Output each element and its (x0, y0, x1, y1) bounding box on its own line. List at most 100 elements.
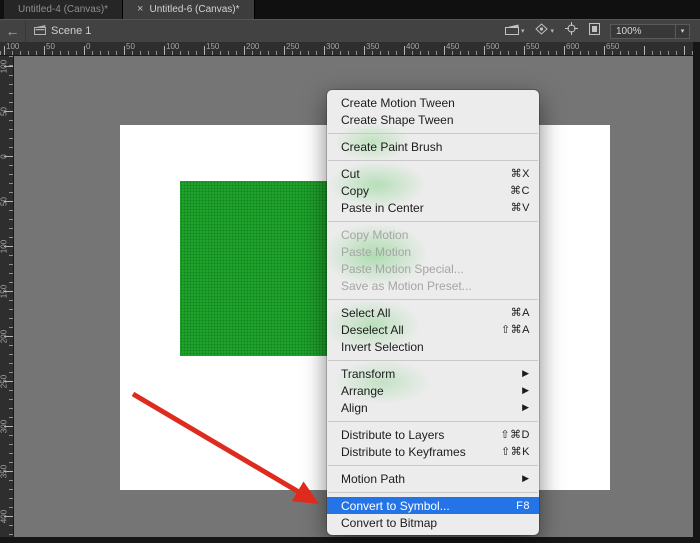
menu-item-convert-to-symbol[interactable]: Convert to Symbol... F8 (327, 497, 539, 514)
menu-item-label: Transform (341, 367, 514, 381)
menu-item-label: Distribute to Keyframes (341, 445, 493, 459)
scene-label: Scene 1 (51, 25, 91, 37)
scene-icon (34, 24, 46, 38)
tab-label: Untitled-6 (Canvas)* (149, 4, 239, 15)
ruler-label: 400 (406, 42, 419, 51)
menu-separator (328, 221, 538, 222)
menu-item-label: Copy Motion (341, 228, 530, 242)
menu-item-deselect-all[interactable]: Deselect All ⇧⌘A (327, 321, 539, 338)
ruler-label: 0 (86, 42, 90, 51)
menu-item-label: Distribute to Layers (341, 428, 492, 442)
menu-item-shortcut: ⌘X (511, 167, 530, 180)
menu-item-paste-motion-special: Paste Motion Special... (327, 260, 539, 277)
ruler-label: 100 (166, 42, 179, 51)
clipboard-view-button[interactable] (589, 22, 600, 40)
ruler-label: 600 (566, 42, 579, 51)
menu-item-label: Deselect All (341, 323, 493, 337)
ruler-label: 50 (126, 42, 135, 51)
menu-item-copy-motion: Copy Motion (327, 226, 539, 243)
ruler-label: 300 (326, 42, 339, 51)
ruler-label: 150 (0, 277, 9, 307)
scene-breadcrumb[interactable]: Scene 1 (34, 24, 91, 38)
menu-item-label: Select All (341, 306, 503, 320)
ruler-label: 100 (0, 52, 9, 82)
ruler-label: 200 (246, 42, 259, 51)
submenu-arrow-icon: ▶ (522, 402, 530, 413)
document-tab-bar: Untitled-4 (Canvas)* × Untitled-6 (Canva… (0, 0, 700, 19)
menu-item-create-motion-tween[interactable]: Create Motion Tween (327, 94, 539, 111)
menu-item-shortcut: ⇧⌘K (501, 445, 530, 458)
tab-untitled-4[interactable]: Untitled-4 (Canvas)* (4, 0, 123, 19)
ruler-label: 300 (0, 412, 9, 442)
menu-item-shortcut: ⌘A (511, 306, 530, 319)
menu-item-label: Align (341, 401, 514, 415)
window-edge-bottom (0, 537, 700, 543)
menu-item-motion-path[interactable]: Motion Path▶ (327, 470, 539, 487)
ruler-label: 500 (486, 42, 499, 51)
menu-item-invert-selection[interactable]: Invert Selection (327, 338, 539, 355)
ruler-label: 100 (0, 232, 9, 262)
menu-item-create-paint-brush[interactable]: Create Paint Brush (327, 138, 539, 155)
menu-item-label: Paste in Center (341, 201, 503, 215)
clapperboard-icon (505, 22, 519, 40)
chevron-down-icon: ▾ (676, 27, 689, 35)
menu-item-label: Save as Motion Preset... (341, 279, 530, 293)
menu-item-label: Paste Motion (341, 245, 530, 259)
vertical-ruler: 10050050100150200250300350400 (0, 56, 14, 543)
menu-item-distribute-to-keyframes[interactable]: Distribute to Keyframes ⇧⌘K (327, 443, 539, 460)
menu-item-label: Paste Motion Special... (341, 262, 530, 276)
menu-item-align[interactable]: Align ▶ (327, 399, 539, 416)
menu-separator (328, 133, 538, 134)
context-menu: Create Motion Tween Create Shape Tween Cre… (327, 90, 539, 535)
menu-separator (328, 492, 538, 493)
ruler-label: 550 (526, 42, 539, 51)
ruler-label: 100 (6, 42, 19, 51)
menu-item-create-shape-tween[interactable]: Create Shape Tween (327, 111, 539, 128)
menu-item-shortcut: ⇧⌘A (501, 323, 530, 336)
menu-item-distribute-to-layers[interactable]: Distribute to Layers⇧⌘D (327, 426, 539, 443)
symbols-icon (535, 22, 548, 40)
menu-item-transform[interactable]: Transform ▶ (327, 365, 539, 382)
ruler-label: 350 (0, 457, 9, 487)
center-frame-button[interactable] (565, 22, 578, 40)
window-edge-right (693, 42, 700, 543)
menu-item-label: Invert Selection (341, 340, 530, 354)
menu-item-copy[interactable]: Copy⌘C (327, 182, 539, 199)
menu-item-shortcut: ⌘C (510, 184, 530, 197)
menu-item-cut[interactable]: Cut⌘X (327, 165, 539, 182)
ruler-label: 650 (606, 42, 619, 51)
ruler-ticks-major (0, 46, 700, 55)
horizontal-ruler: 1005005010015020025030035040045050055060… (0, 42, 700, 56)
zoom-dropdown[interactable]: 100% ▾ (610, 24, 690, 39)
green-rectangle[interactable] (180, 181, 332, 356)
menu-item-label: Create Shape Tween (341, 113, 530, 127)
tab-untitled-6[interactable]: × Untitled-6 (Canvas)* (123, 0, 254, 19)
tab-label: Untitled-4 (Canvas)* (18, 4, 108, 15)
submenu-arrow-icon: ▶ (522, 385, 530, 396)
menu-item-label: Convert to Symbol... (341, 499, 508, 513)
menu-item-shortcut: F8 (516, 500, 530, 512)
ruler-label: 50 (0, 97, 9, 127)
chevron-down-icon: ▾ (521, 27, 525, 35)
back-arrow-icon: ← (6, 23, 20, 39)
menu-item-label: Arrange (341, 384, 514, 398)
menu-item-save-as-motion-preset: Save as Motion Preset... (327, 277, 539, 294)
back-button[interactable]: ← (0, 20, 26, 42)
edit-bar: ← Scene 1 ▾ ▾ (0, 19, 700, 42)
menu-item-paste-in-center[interactable]: Paste in Center⌘V (327, 199, 539, 216)
editbar-icon-group: ▾ ▾ (505, 22, 600, 40)
edit-scene-button[interactable]: ▾ (505, 22, 525, 40)
zoom-value: 100% (611, 26, 675, 37)
ruler-label: 0 (0, 142, 9, 172)
ruler-label: 450 (446, 42, 459, 51)
menu-item-select-all[interactable]: Select All ⌘A (327, 304, 539, 321)
menu-item-label: Create Motion Tween (341, 96, 530, 110)
submenu-arrow-icon: ▶ (522, 368, 530, 379)
menu-separator (328, 360, 538, 361)
ruler-label: 50 (0, 187, 9, 217)
menu-item-convert-to-bitmap[interactable]: Convert to Bitmap (327, 514, 539, 531)
edit-symbols-button[interactable]: ▾ (535, 22, 554, 40)
close-tab-icon[interactable]: × (137, 4, 143, 15)
frame-icon (589, 22, 600, 40)
menu-item-arrange[interactable]: Arrange ▶ (327, 382, 539, 399)
